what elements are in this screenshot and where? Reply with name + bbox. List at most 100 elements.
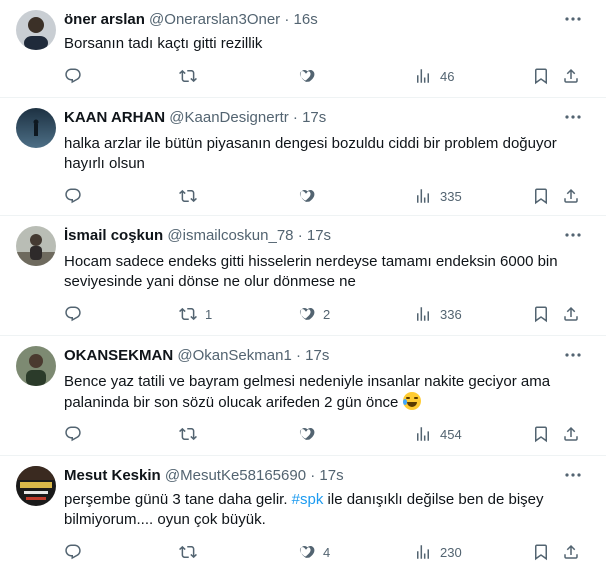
reply-icon (65, 188, 81, 204)
like-button[interactable] (297, 424, 323, 444)
like-button[interactable]: 2 (297, 304, 330, 324)
tweet-text: Bence yaz tatili ve bayram gelmesi neden… (64, 372, 584, 413)
bookmark-button[interactable] (532, 66, 550, 86)
separator-dot: · (295, 347, 301, 364)
retweet-button[interactable]: 1 (179, 304, 212, 324)
avatar[interactable] (16, 10, 56, 50)
share-icon (564, 544, 578, 559)
timestamp[interactable]: 16s (294, 11, 318, 28)
tweet-header: KAAN ARHAN @KaanDesignertr · 17s (64, 109, 326, 127)
more-icon[interactable] (564, 110, 582, 124)
share-button[interactable] (562, 424, 580, 444)
views-button[interactable]: 46 (414, 66, 454, 86)
reply-button[interactable] (64, 304, 90, 324)
views-icon (417, 427, 429, 441)
reply-button[interactable] (64, 542, 90, 562)
like-count: 4 (323, 544, 331, 560)
reply-button[interactable] (64, 66, 90, 86)
display-name[interactable]: Mesut Keskin (64, 467, 161, 484)
more-icon[interactable] (564, 348, 582, 362)
action-bar: 1 2 336 (64, 304, 584, 324)
share-icon (564, 68, 578, 83)
separator-dot: · (284, 11, 290, 28)
timestamp[interactable]: 17s (305, 347, 329, 364)
more-icon[interactable] (564, 12, 582, 26)
views-icon (417, 545, 429, 559)
view-count: 454 (440, 426, 462, 442)
avatar[interactable] (16, 466, 56, 506)
tweet-header: OKANSEKMAN @OkanSekman1 · 17s (64, 347, 329, 365)
reply-button[interactable] (64, 186, 90, 206)
tweet[interactable]: KAAN ARHAN @KaanDesignertr · 17s halka a… (0, 98, 606, 216)
views-button[interactable]: 454 (414, 424, 462, 444)
retweet-button[interactable] (179, 66, 205, 86)
tweet[interactable]: Mesut Keskin @MesutKe58165690 · 17s perş… (0, 456, 606, 562)
avatar[interactable] (16, 226, 56, 266)
bookmark-button[interactable] (532, 186, 550, 206)
reply-icon (65, 426, 81, 442)
view-count: 46 (440, 68, 455, 84)
action-bar: 454 (64, 424, 584, 444)
bookmark-icon (535, 426, 547, 443)
action-bar: 4 230 (64, 542, 584, 562)
tweet[interactable]: İsmail coşkun @ismailcoskun_78 · 17s Hoc… (0, 216, 606, 336)
hashtag-link[interactable]: #spk (292, 491, 324, 508)
bookmark-icon (535, 544, 547, 561)
like-icon (299, 427, 315, 440)
share-button[interactable] (562, 66, 580, 86)
display-name[interactable]: öner arslan (64, 11, 145, 28)
avatar[interactable] (16, 108, 56, 148)
separator-dot: · (297, 227, 303, 244)
retweet-button[interactable] (179, 542, 205, 562)
timestamp[interactable]: 17s (302, 109, 326, 126)
bookmark-button[interactable] (532, 542, 550, 562)
share-button[interactable] (562, 186, 580, 206)
bookmark-button[interactable] (532, 304, 550, 324)
views-button[interactable]: 335 (414, 186, 462, 206)
like-button[interactable]: 4 (297, 542, 330, 562)
tweet-text: Borsanın tadı kaçtı gitti rezillik (64, 35, 263, 52)
views-button[interactable]: 336 (414, 304, 462, 324)
bookmark-icon (535, 188, 547, 205)
tweet-header: İsmail coşkun @ismailcoskun_78 · 17s (64, 227, 331, 245)
retweet-button[interactable] (179, 186, 205, 206)
retweet-icon (179, 427, 197, 441)
share-button[interactable] (562, 542, 580, 562)
tweet-text-content: Bence yaz tatili ve bayram gelmesi neden… (64, 373, 551, 411)
reply-button[interactable] (64, 424, 90, 444)
user-handle[interactable]: @KaanDesignertr (169, 109, 288, 126)
retweet-icon (179, 189, 197, 203)
avatar[interactable] (16, 346, 56, 386)
tweet-text: Hocam sadece endeks gitti hisselerin ner… (64, 253, 558, 290)
display-name[interactable]: İsmail coşkun (64, 227, 163, 244)
like-button[interactable] (297, 66, 323, 86)
user-handle[interactable]: @ismailcoskun_78 (167, 227, 293, 244)
user-handle[interactable]: @OkanSekman1 (177, 347, 291, 364)
tweet-text-part: perşembe günü 3 tane daha gelir. (64, 491, 292, 508)
like-count: 2 (323, 306, 331, 322)
tweet[interactable]: OKANSEKMAN @OkanSekman1 · 17s Bence yaz … (0, 336, 606, 456)
more-icon[interactable] (564, 228, 582, 242)
bookmark-icon (535, 306, 547, 323)
more-icon[interactable] (564, 468, 582, 482)
action-bar: 46 (64, 66, 584, 86)
like-icon (299, 189, 315, 202)
share-button[interactable] (562, 304, 580, 324)
timestamp[interactable]: 17s (307, 227, 331, 244)
view-count: 230 (440, 544, 462, 560)
like-button[interactable] (297, 186, 323, 206)
bookmark-button[interactable] (532, 424, 550, 444)
display-name[interactable]: KAAN ARHAN (64, 109, 165, 126)
separator-dot: · (292, 109, 298, 126)
views-button[interactable]: 230 (414, 542, 462, 562)
retweet-icon (179, 545, 197, 559)
share-icon (564, 188, 578, 203)
user-handle[interactable]: @Onerarslan3Oner (149, 11, 280, 28)
retweet-button[interactable] (179, 424, 205, 444)
tweet-text: halka arzlar ile bütün piyasanın dengesi… (64, 135, 557, 172)
timestamp[interactable]: 17s (319, 467, 343, 484)
like-icon (299, 545, 315, 558)
user-handle[interactable]: @MesutKe58165690 (165, 467, 306, 484)
tweet[interactable]: öner arslan @Onerarslan3Oner · 16s Borsa… (0, 0, 606, 98)
display-name[interactable]: OKANSEKMAN (64, 347, 173, 364)
